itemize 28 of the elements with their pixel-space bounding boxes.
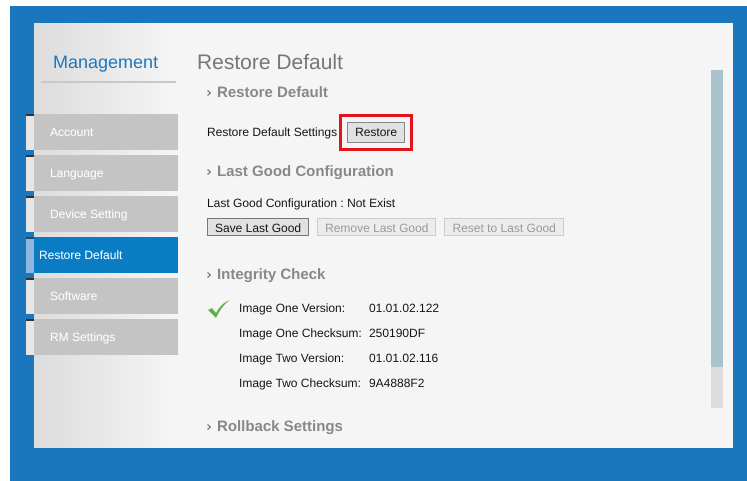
chevron-icon: [207, 90, 211, 96]
action-button[interactable]: Save Last Good: [207, 218, 310, 236]
field-value: 01.01.02.116: [369, 350, 440, 366]
field-label: Image One Version:: [239, 300, 346, 316]
sidebar-item[interactable]: Restore Default: [26, 237, 178, 273]
sidebar-title: Management: [41, 49, 176, 83]
sidebar-item[interactable]: Software: [26, 278, 178, 314]
chevron-icon: [207, 168, 211, 175]
field-value: 9A4888F2: [369, 374, 426, 392]
last-good-status: Last Good Configuration : Not Exist: [207, 195, 396, 212]
sidebar-item[interactable]: Account: [26, 114, 178, 150]
page-title: Restore Default: [197, 50, 344, 76]
sidebar-item[interactable]: Device Setting: [26, 196, 178, 232]
field-label: Image One Checksum:: [239, 324, 363, 342]
restore-settings-label: Restore Default Settings: [207, 124, 338, 141]
field-label: Image Two Checksum:: [239, 374, 362, 392]
sidebar-item[interactable]: RM Settings: [26, 319, 178, 355]
restore-button[interactable]: Restore: [347, 122, 406, 142]
field-value: 250190DF: [369, 324, 426, 342]
sidebar-item[interactable]: Language: [26, 155, 178, 191]
chevron-icon: [207, 424, 211, 430]
section-heading: Last Good Configuration: [217, 162, 394, 182]
section-heading: Rollback Settings: [217, 416, 343, 436]
field-value: 01.01.02.122: [369, 300, 440, 316]
field-label: Image Two Version:: [239, 350, 346, 366]
chevron-icon: [207, 272, 211, 278]
section-heading: Integrity Check: [217, 265, 326, 285]
section-heading: Restore Default: [217, 83, 328, 103]
